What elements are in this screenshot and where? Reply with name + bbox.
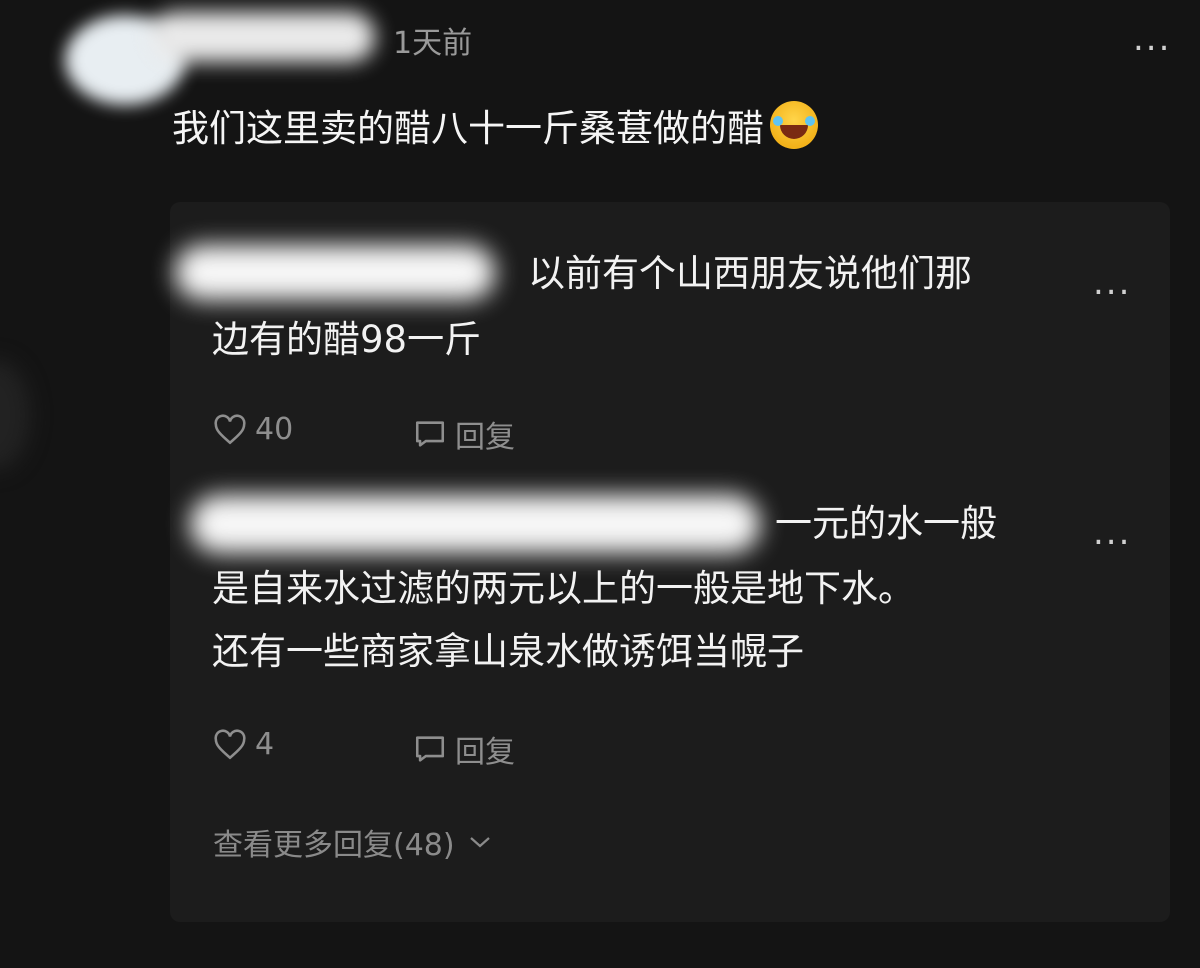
view-more-replies-button[interactable]: 查看更多回复(48): [213, 820, 493, 864]
more-options-icon[interactable]: ...: [1093, 516, 1131, 550]
left-edge-shadow: [0, 360, 30, 470]
reply-text-line: 还有一些商家拿山泉水做诱饵当幌子: [212, 630, 804, 673]
comment-timestamp: 1天前: [393, 26, 473, 61]
username-redacted[interactable]: [150, 12, 375, 62]
reply-text-line: 一元的水一般: [775, 502, 997, 545]
heart-icon: [214, 728, 246, 759]
comment-icon: [415, 421, 445, 447]
replies-panel: [170, 202, 1170, 922]
comment-icon: [415, 736, 445, 762]
comment-body: 我们这里卖的醋八十一斤桑葚做的醋: [172, 107, 764, 150]
reply-button[interactable]: 回复: [413, 412, 515, 456]
like-count: 40: [255, 412, 294, 447]
more-options-icon[interactable]: ...: [1133, 22, 1171, 56]
view-more-label: 查看更多回复(48): [213, 828, 455, 863]
reply-username-redacted[interactable]: [175, 245, 495, 300]
comment-text: 我们这里卖的醋八十一斤桑葚做的醋: [172, 98, 818, 152]
reply-button[interactable]: 回复: [413, 727, 515, 771]
like-button[interactable]: 40: [213, 412, 293, 447]
reply-text-line: 以前有个山西朋友说他们那: [528, 252, 972, 295]
like-count: 4: [255, 727, 275, 762]
heart-icon: [214, 413, 246, 444]
reply-label: 回复: [455, 735, 515, 770]
chevron-down-icon: [469, 837, 490, 848]
face-with-tears-of-joy-icon: [770, 101, 818, 149]
reply-username-redacted[interactable]: [190, 495, 760, 553]
like-button[interactable]: 4: [213, 727, 274, 762]
more-options-icon[interactable]: ...: [1093, 266, 1131, 300]
reply-text-line: 是自来水过滤的两元以上的一般是地下水。: [212, 567, 915, 610]
reply-text-line: 边有的醋98一斤: [212, 318, 482, 361]
reply-label: 回复: [455, 420, 515, 455]
